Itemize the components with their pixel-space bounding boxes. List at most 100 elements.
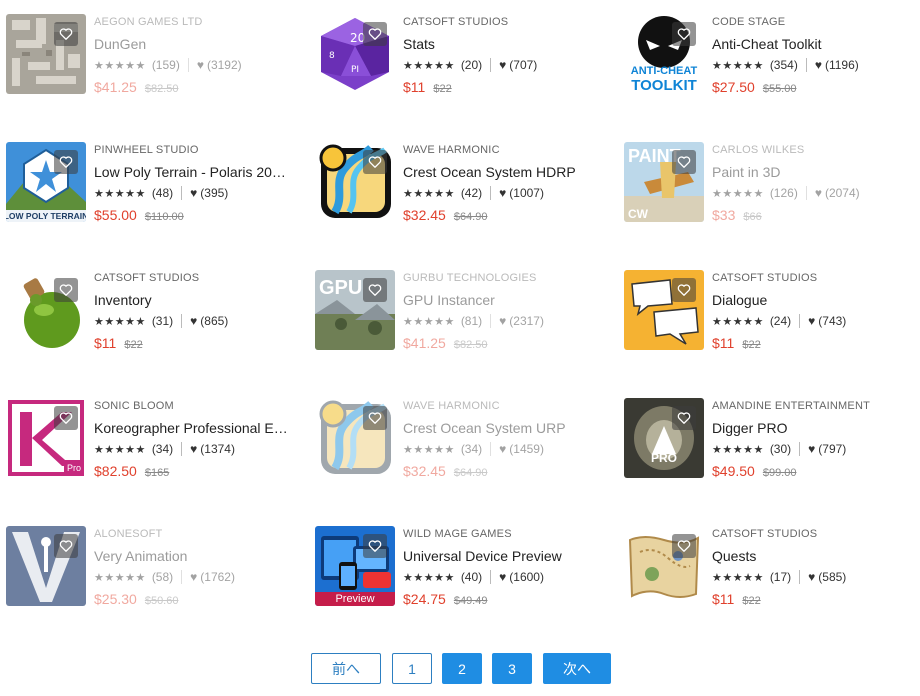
product-info: CARLOS WILKES Paint in 3D ★★★★★ (126) ♥ … [712, 142, 920, 224]
product-thumbnail[interactable]: Preview [315, 526, 395, 606]
prev-page-button[interactable]: 前へ [311, 653, 381, 684]
publisher-name[interactable]: WAVE HARMONIC [403, 142, 613, 158]
product-title[interactable]: Crest Ocean System HDRP [403, 163, 613, 181]
publisher-name[interactable]: GURBU TECHNOLOGIES [403, 270, 613, 286]
product-card[interactable]: PRO AMANDINE ENTERTAINMENT Digger PRO ★★… [624, 398, 920, 480]
sale-price: $24.75 [403, 591, 446, 607]
favorite-button[interactable] [672, 22, 696, 46]
publisher-name[interactable]: AMANDINE ENTERTAINMENT [712, 398, 920, 414]
product-card[interactable]: CATSOFT STUDIOS Quests ★★★★★ (17) ♥ (585… [624, 526, 920, 608]
page-button-3[interactable]: 3 [492, 653, 532, 684]
product-title[interactable]: Quests [712, 547, 920, 565]
publisher-name[interactable]: SONIC BLOOM [94, 398, 304, 414]
product-thumbnail[interactable] [6, 270, 86, 350]
favorite-button[interactable] [363, 406, 387, 430]
publisher-name[interactable]: WAVE HARMONIC [403, 398, 613, 414]
publisher-name[interactable]: CATSOFT STUDIOS [403, 14, 613, 30]
product-thumbnail[interactable] [624, 526, 704, 606]
favorite-button[interactable] [54, 406, 78, 430]
publisher-name[interactable]: CATSOFT STUDIOS [712, 270, 920, 286]
publisher-name[interactable]: ALONESOFT [94, 526, 304, 542]
product-thumbnail[interactable]: PRO [624, 398, 704, 478]
favorites-count: (1459) [509, 442, 544, 456]
product-card[interactable]: 20 8 PI CATSOFT STUDIOS Stats ★★★★★ (20) ♥… [315, 14, 615, 96]
product-thumbnail[interactable] [624, 270, 704, 350]
product-card[interactable]: ANTI-CHEAT TOOLKIT CODE STAGE Anti-Cheat … [624, 14, 920, 96]
product-card[interactable]: CATSOFT STUDIOS Dialogue ★★★★★ (24) ♥ (7… [624, 270, 920, 352]
product-thumbnail[interactable] [315, 142, 395, 222]
divider [799, 314, 801, 328]
product-card[interactable]: ALONESOFT Very Animation ★★★★★ (58) ♥ (1… [6, 526, 306, 608]
publisher-name[interactable]: CODE STAGE [712, 14, 920, 30]
product-thumbnail[interactable]: Pro [6, 398, 86, 478]
product-card[interactable]: WAVE HARMONIC Crest Ocean System URP ★★★… [315, 398, 615, 480]
product-card[interactable]: GPU GURBU TECHNOLOGIES GPU Instancer ★★★… [315, 270, 615, 352]
svg-text:CW: CW [628, 207, 649, 221]
heart-outline-icon [368, 156, 382, 168]
product-title[interactable]: Inventory [94, 291, 304, 309]
product-title[interactable]: Universal Device Preview [403, 547, 613, 565]
publisher-name[interactable]: CATSOFT STUDIOS [712, 526, 920, 542]
favorite-button[interactable] [672, 534, 696, 558]
publisher-name[interactable]: AEGON GAMES LTD [94, 14, 304, 30]
price-row: $49.50 $99.00 [712, 462, 920, 480]
product-title[interactable]: Low Poly Terrain - Polaris 20… [94, 163, 304, 181]
product-card[interactable]: Preview WILD MAGE GAMES Universal Device… [315, 526, 615, 608]
publisher-name[interactable]: PINWHEEL STUDIO [94, 142, 304, 158]
product-thumbnail[interactable]: LOW POLY TERRAIN [6, 142, 86, 222]
product-card[interactable]: AEGON GAMES LTD DunGen ★★★★★ (159) ♥ (31… [6, 14, 306, 96]
price-row: $11 $22 [712, 590, 920, 608]
product-title[interactable]: Stats [403, 35, 613, 53]
product-thumbnail[interactable] [6, 526, 86, 606]
product-title[interactable]: Koreographer Professional E… [94, 419, 304, 437]
favorite-button[interactable] [672, 406, 696, 430]
product-title[interactable]: Paint in 3D [712, 163, 920, 181]
heart-outline-icon [677, 156, 691, 168]
product-title[interactable]: Very Animation [94, 547, 304, 565]
product-title[interactable]: Crest Ocean System URP [403, 419, 613, 437]
next-page-button[interactable]: 次へ [543, 653, 611, 684]
product-card[interactable]: CATSOFT STUDIOS Inventory ★★★★★ (31) ♥ (… [6, 270, 306, 352]
publisher-name[interactable]: WILD MAGE GAMES [403, 526, 613, 542]
favorite-button[interactable] [54, 534, 78, 558]
product-title[interactable]: DunGen [94, 35, 304, 53]
favorite-button[interactable] [672, 278, 696, 302]
rating-stars: ★★★★★ [94, 187, 146, 200]
product-thumbnail[interactable]: PAINT CW [624, 142, 704, 222]
product-title[interactable]: Digger PRO [712, 419, 920, 437]
product-thumbnail[interactable] [315, 398, 395, 478]
favorite-button[interactable] [363, 534, 387, 558]
heart-outline-icon [368, 28, 382, 40]
favorite-button[interactable] [363, 22, 387, 46]
favorite-button[interactable] [363, 278, 387, 302]
original-price: $99.00 [762, 467, 797, 479]
publisher-name[interactable]: CATSOFT STUDIOS [94, 270, 304, 286]
product-thumbnail[interactable]: GPU [315, 270, 395, 350]
publisher-name[interactable]: CARLOS WILKES [712, 142, 920, 158]
product-title[interactable]: GPU Instancer [403, 291, 613, 309]
product-title[interactable]: Dialogue [712, 291, 920, 309]
price-row: $11 $22 [403, 78, 613, 96]
price-row: $41.25 $82.50 [94, 78, 304, 96]
favorite-button[interactable] [363, 150, 387, 174]
product-thumbnail[interactable]: ANTI-CHEAT TOOLKIT [624, 14, 704, 94]
favorite-button[interactable] [54, 150, 78, 174]
favorite-button[interactable] [54, 278, 78, 302]
heart-icon: ♥ [499, 442, 507, 456]
product-card[interactable]: PAINT CW CARLOS WILKES Paint in 3D ★★★★★ … [624, 142, 920, 224]
favorite-button[interactable] [672, 150, 696, 174]
product-meta: ★★★★★ (40) ♥ (1600) [403, 569, 613, 585]
product-thumbnail[interactable]: 20 8 PI [315, 14, 395, 94]
product-title[interactable]: Anti-Cheat Toolkit [712, 35, 920, 53]
product-thumbnail[interactable] [6, 14, 86, 94]
product-info: AEGON GAMES LTD DunGen ★★★★★ (159) ♥ (31… [94, 14, 304, 96]
page-button-2[interactable]: 2 [442, 653, 482, 684]
product-card[interactable]: Pro SONIC BLOOM Koreographer Professiona… [6, 398, 306, 480]
divider [181, 186, 183, 200]
product-card[interactable]: LOW POLY TERRAIN PINWHEEL STUDIO Low Pol… [6, 142, 306, 224]
favorite-button[interactable] [54, 22, 78, 46]
page-button-1[interactable]: 1 [392, 653, 432, 684]
svg-text:8: 8 [329, 51, 335, 61]
product-card[interactable]: WAVE HARMONIC Crest Ocean System HDRP ★★… [315, 142, 615, 224]
heart-outline-icon [677, 540, 691, 552]
